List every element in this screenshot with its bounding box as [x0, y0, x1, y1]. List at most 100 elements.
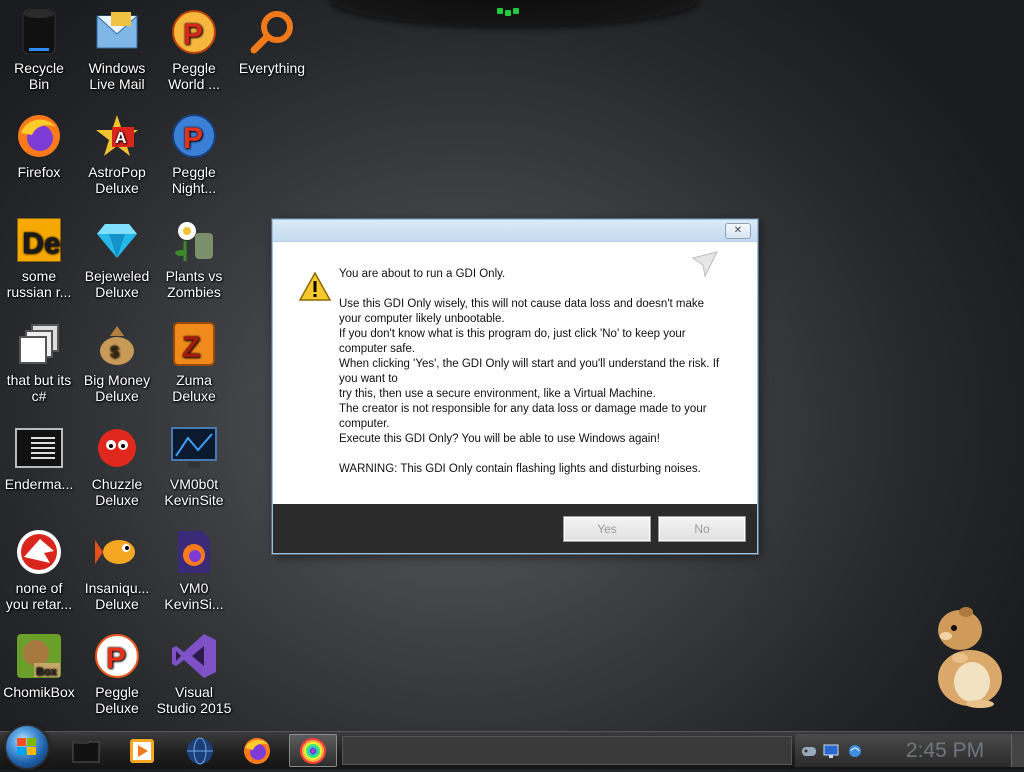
desktop-icon-vm0-kevinsite[interactable]: VM0 KevinSi...: [155, 524, 233, 612]
desktop-icon-none-of-you[interactable]: none of you retar...: [0, 524, 78, 612]
desktop-icon-vm0b0t[interactable]: VM0b0t KevinSite: [155, 420, 233, 508]
fish-icon: [93, 528, 141, 576]
desktop-icon-big-money[interactable]: $ Big Money Deluxe: [78, 316, 156, 404]
desktop-icon-windows-live-mail[interactable]: Windows Live Mail: [78, 4, 156, 92]
desktop-icon-peggle-nights[interactable]: P Peggle Night...: [155, 108, 233, 196]
dialog-line: try this, then use a secure environment,…: [339, 388, 656, 400]
dialog-line: When clicking 'Yes', the GDI Only will s…: [339, 358, 720, 385]
desktop-icon-label: Insaniqu... Deluxe: [84, 580, 150, 612]
gem-icon: [93, 216, 141, 264]
visual-studio-icon: [170, 632, 218, 680]
chomik-icon: Box: [15, 632, 63, 680]
start-button[interactable]: [6, 726, 48, 768]
taskbar-media-player[interactable]: [118, 734, 166, 767]
desktop-icon-label: Visual Studio 2015: [156, 684, 232, 716]
dialog-button-bar: Yes No: [273, 504, 757, 553]
desktop-icon-chuzzle[interactable]: Chuzzle Deluxe: [78, 420, 156, 508]
desktop-icon-insaniquarium[interactable]: Insaniqu... Deluxe: [78, 524, 156, 612]
desktop-icon-label: Bejeweled Deluxe: [84, 268, 150, 300]
firefox-icon: [244, 737, 270, 764]
hamster-desktop-pet[interactable]: [920, 600, 1010, 710]
desktop-icon-chomikbox[interactable]: Box ChomikBox: [0, 628, 78, 700]
dialog-line: Use this GDI Only wisely, this will not …: [339, 298, 705, 325]
desktop-icon-peggle-deluxe[interactable]: P Peggle Deluxe: [78, 628, 156, 716]
desktop-icon-plants-vs-zombies[interactable]: Plants vs Zombies: [155, 212, 233, 300]
tray-network-icon[interactable]: [847, 743, 863, 759]
svg-text:P: P: [183, 122, 203, 155]
search-icon: [248, 8, 296, 56]
desktop-icon-label: Peggle World ...: [168, 60, 220, 92]
peggle-icon: P: [93, 632, 141, 680]
svg-text:De: De: [22, 227, 60, 260]
desktop-icon-label: Windows Live Mail: [88, 60, 146, 92]
no-button[interactable]: No: [658, 516, 746, 542]
svg-text:P: P: [183, 18, 203, 51]
desktop-icon-label: AstroPop Deluxe: [88, 164, 146, 196]
show-desktop-button[interactable]: [1011, 734, 1024, 767]
desktop-icon-peggle-world[interactable]: P Peggle World ...: [155, 4, 233, 92]
desktop-icon-label: Chuzzle Deluxe: [91, 476, 143, 508]
desktop-icon-label: Peggle Deluxe: [95, 684, 139, 716]
dialog-body: You are about to run a GDI Only. Use thi…: [273, 242, 757, 504]
de-icon: De: [15, 216, 63, 264]
dialog-line: Execute this GDI Only? You will be able …: [339, 433, 660, 445]
taskbar-firefox[interactable]: [233, 734, 281, 767]
system-tray: 2:45 PM: [795, 734, 1024, 767]
taskbar-explorer[interactable]: [62, 734, 110, 767]
firefox-icon: [15, 112, 63, 160]
taskbar-window-area: [342, 736, 792, 765]
desktop-icon-recycle-bin[interactable]: Recycle Bin: [0, 4, 78, 92]
svg-text:$: $: [110, 344, 119, 361]
globe-icon: [187, 737, 213, 764]
gdi-warning-dialog: ✕ You are about to run a GDI Only. Use t…: [272, 219, 758, 554]
windows-logo-icon: [17, 738, 36, 755]
desktop-icon-that-but-its-c[interactable]: that but its c#: [0, 316, 78, 404]
dialog-message: You are about to run a GDI Only. Use thi…: [339, 267, 729, 477]
monitor-icon: [170, 424, 218, 472]
chuzzle-icon: [93, 424, 141, 472]
desktop-icon-everything[interactable]: Everything: [233, 4, 311, 76]
taskbar-clock[interactable]: 2:45 PM: [890, 738, 1000, 764]
terminal-icon: [15, 424, 63, 472]
taskbar: 2:45 PM: [0, 726, 1024, 769]
svg-text:P: P: [106, 642, 126, 675]
taskbar-rainbow-app[interactable]: [289, 734, 337, 767]
desktop-icon-bejeweled[interactable]: Bejeweled Deluxe: [78, 212, 156, 300]
desktop-icon-firefox[interactable]: Firefox: [0, 108, 78, 180]
explorer-icon: [72, 739, 100, 762]
peggle-icon: P: [170, 112, 218, 160]
desktop-icon-enderman[interactable]: Enderma...: [0, 420, 78, 492]
copy-icon: [15, 320, 63, 368]
desktop-icon-label: VM0b0t KevinSite: [164, 476, 224, 508]
astropop-icon: A: [93, 112, 141, 160]
dialog-close-button[interactable]: ✕: [725, 223, 751, 239]
media-player-icon: [130, 738, 154, 763]
desktop-icon-label: some russian r...: [6, 268, 72, 300]
recycle-bin-icon: [15, 8, 63, 56]
desktop-icon-label: Plants vs Zombies: [165, 268, 223, 300]
desktop-icon-label: Recycle Bin: [14, 60, 64, 92]
desktop-icon-label: Big Money Deluxe: [83, 372, 151, 404]
desktop-icon-astropop[interactable]: A AstroPop Deluxe: [78, 108, 156, 196]
taskbar-globe[interactable]: [176, 734, 224, 767]
tray-game-controller-icon[interactable]: [801, 743, 817, 759]
desktop-icon-zuma[interactable]: Z Zuma Deluxe: [155, 316, 233, 404]
peggle-icon: P: [170, 8, 218, 56]
desktop-icon-label: Everything: [238, 60, 306, 76]
desktop-icon-label: Firefox: [17, 164, 61, 180]
svg-text:A: A: [115, 130, 127, 147]
desktop-icon-label: ChomikBox: [3, 684, 75, 700]
desktop-icon-label: Peggle Night...: [171, 164, 217, 196]
desktop-icon-label: none of you retar...: [5, 580, 73, 612]
dialog-line: If you don't know what is this program d…: [339, 328, 686, 355]
warning-icon: [298, 271, 332, 302]
dialog-title-bar[interactable]: ✕: [273, 220, 757, 242]
shark-icon: [15, 528, 63, 576]
desktop-icon-label: Enderma...: [4, 476, 74, 492]
yes-button[interactable]: Yes: [563, 516, 651, 542]
desktop-icon-some-russian[interactable]: De some russian r...: [0, 212, 78, 300]
close-icon: ✕: [733, 225, 743, 236]
zuma-icon: Z: [170, 320, 218, 368]
desktop-icon-visual-studio[interactable]: Visual Studio 2015: [155, 628, 233, 716]
tray-monitor-icon[interactable]: [823, 743, 839, 759]
